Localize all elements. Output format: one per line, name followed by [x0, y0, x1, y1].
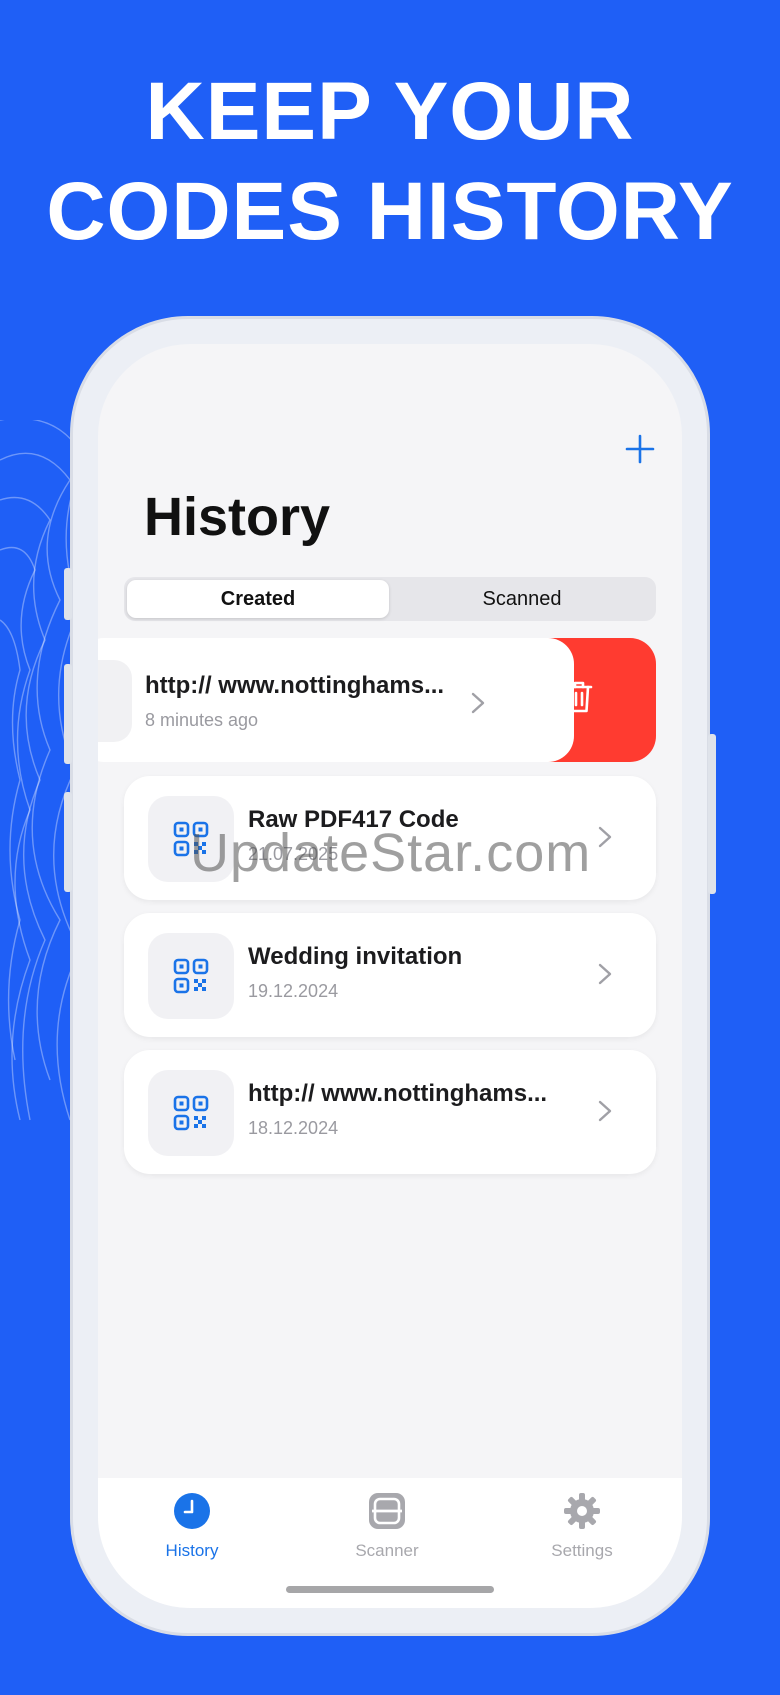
- tab-history-label: History: [165, 1541, 219, 1560]
- tab-settings-label: Settings: [551, 1541, 613, 1560]
- tab-scanner-label: Scanner: [355, 1541, 419, 1560]
- item-date: 18.12.2024: [248, 1118, 339, 1138]
- phone-side-button: [64, 568, 72, 620]
- tab-history[interactable]: History: [127, 1492, 257, 1561]
- chevron-right-icon: [471, 692, 485, 714]
- qr-code-icon: [173, 958, 209, 994]
- headline-line-1: KEEP YOUR: [145, 66, 635, 157]
- segmented-control: Created Scanned: [124, 577, 656, 621]
- qr-thumbnail: [148, 933, 234, 1019]
- item-timestamp: 8 minutes ago: [145, 710, 259, 730]
- history-item-swiped[interactable]: http:// www.nottinghams... 8 minutes ago: [98, 638, 574, 762]
- home-indicator: [286, 1586, 494, 1593]
- clock-icon: [174, 1493, 210, 1529]
- item-title: http:// www.nottinghams...: [145, 672, 445, 699]
- item-date: 19.12.2024: [248, 981, 339, 1001]
- tab-settings[interactable]: Settings: [517, 1492, 647, 1561]
- chevron-right-icon: [598, 963, 612, 985]
- app-screen: History Created Scanned http:// www.nott…: [98, 344, 682, 1608]
- phone-side-button: [64, 664, 72, 764]
- item-title: Wedding invitation: [248, 943, 463, 970]
- qr-code-icon: [98, 660, 132, 742]
- page-title: History: [144, 487, 331, 547]
- scanner-icon: [369, 1493, 405, 1529]
- phone-side-button: [64, 792, 72, 892]
- plus-icon: [625, 434, 655, 464]
- headline-line-2: CODES HISTORY: [46, 166, 734, 257]
- watermark: UpdateStar.com: [190, 823, 592, 883]
- promo-headline: KEEP YOUR CODES HISTORY: [0, 62, 780, 262]
- chevron-right-icon: [598, 826, 612, 848]
- phone-side-button: [708, 734, 716, 894]
- chevron-right-icon: [598, 1100, 612, 1122]
- history-item[interactable]: http:// www.nottinghams... 18.12.2024: [124, 1050, 656, 1174]
- add-code-button[interactable]: [622, 434, 658, 470]
- tab-scanner[interactable]: Scanner: [322, 1492, 452, 1561]
- qr-thumbnail: [148, 1070, 234, 1156]
- segment-scanned[interactable]: Scanned: [391, 580, 653, 618]
- segment-created[interactable]: Created: [127, 580, 389, 618]
- item-title: http:// www.nottinghams...: [248, 1080, 548, 1107]
- history-item[interactable]: Wedding invitation 19.12.2024: [124, 913, 656, 1037]
- gear-icon: [564, 1493, 600, 1529]
- qr-code-icon: [173, 1095, 209, 1131]
